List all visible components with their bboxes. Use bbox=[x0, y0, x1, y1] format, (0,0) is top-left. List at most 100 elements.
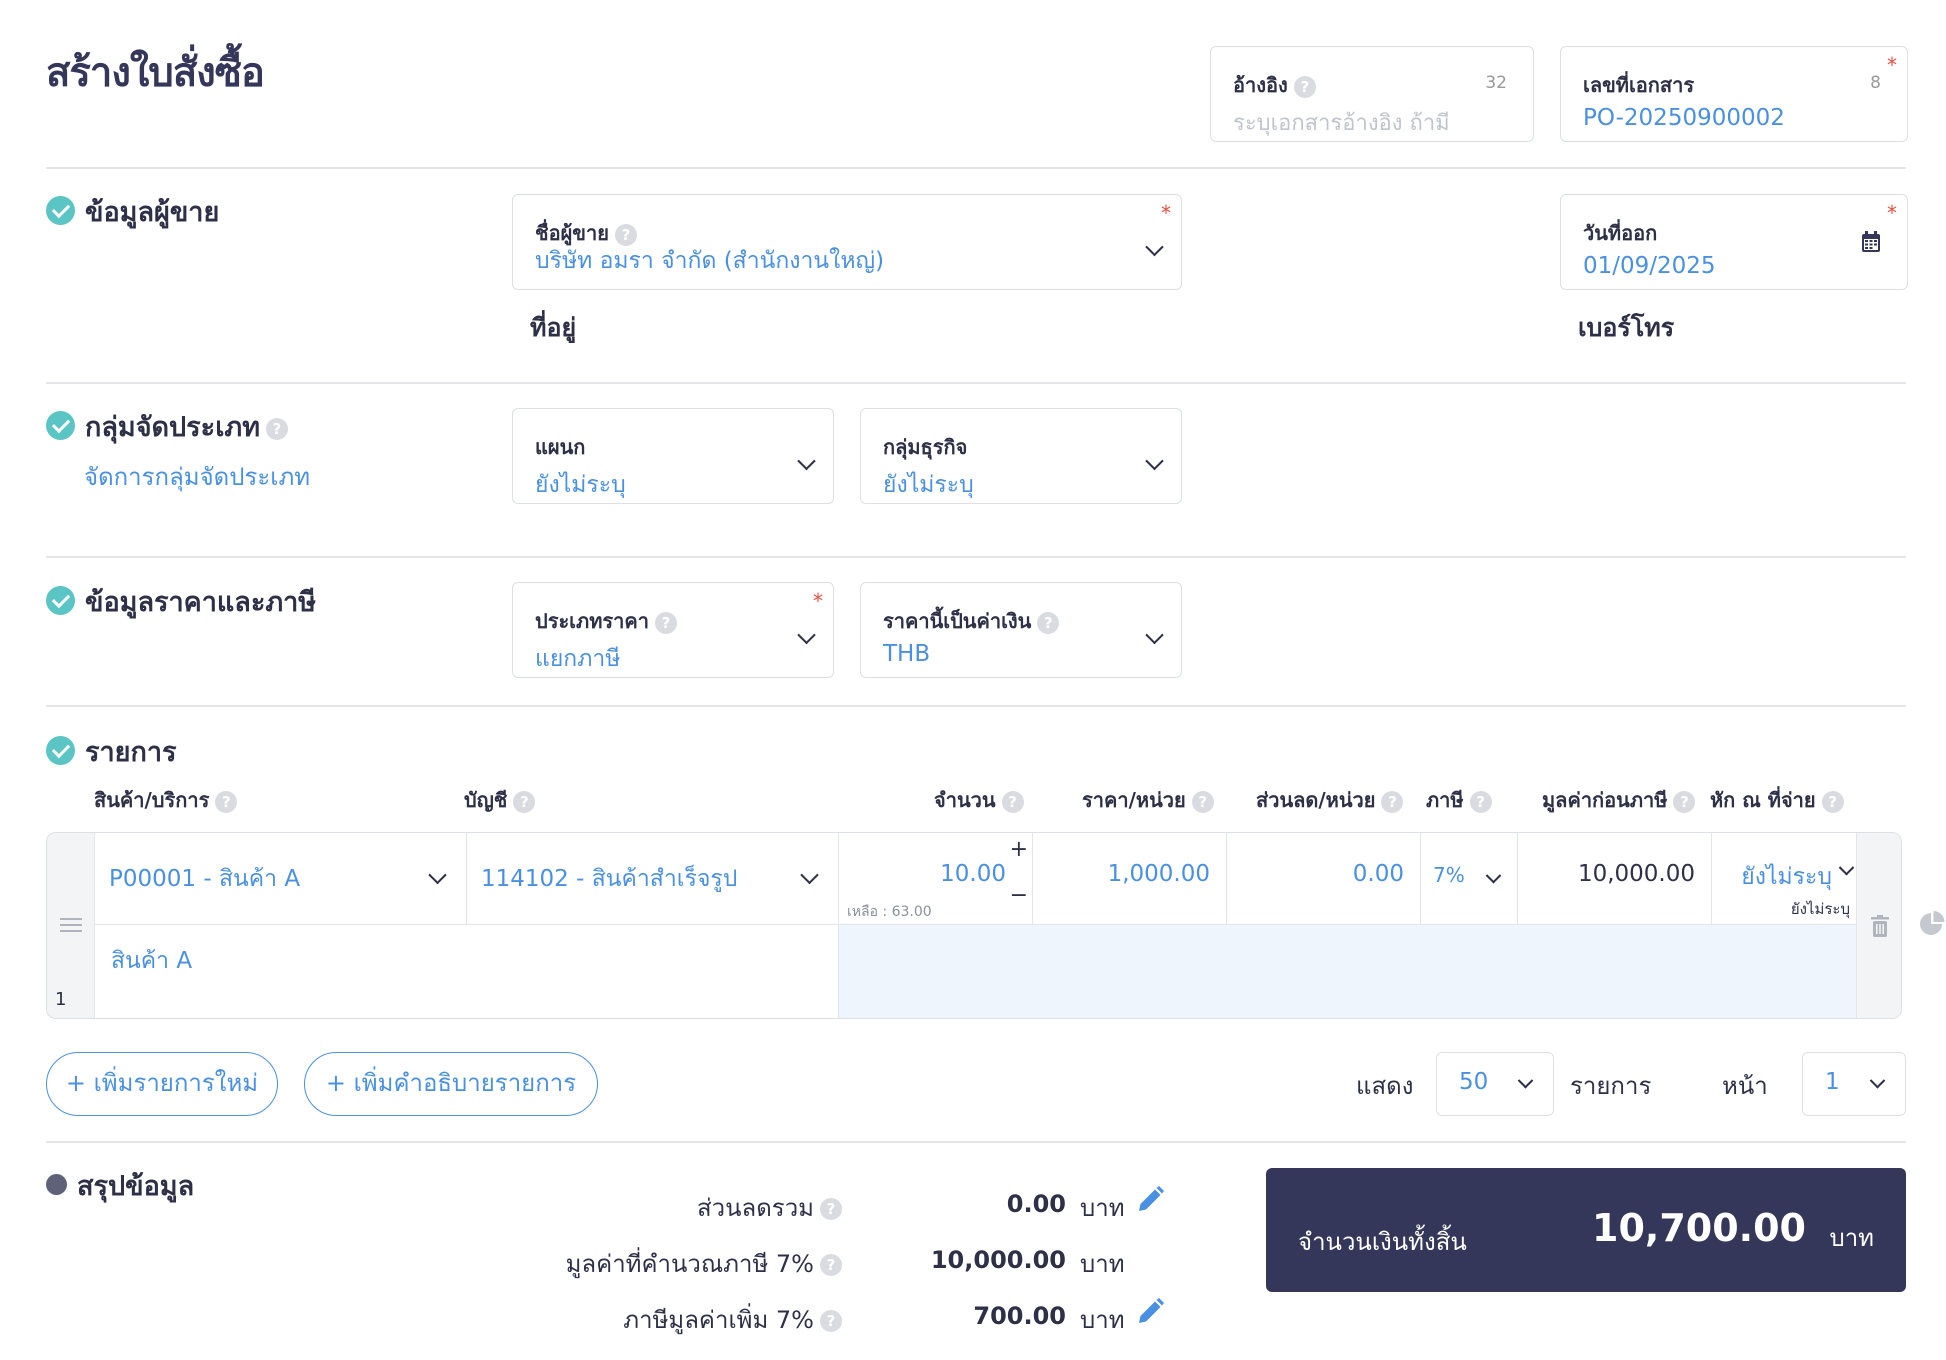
account-select[interactable]: 114102 - สินค้าสำเร็จรูป bbox=[467, 833, 839, 925]
phone-label: เบอร์โทร bbox=[1578, 313, 1675, 342]
help-icon[interactable]: ? bbox=[1821, 790, 1844, 813]
price-input[interactable]: 1,000.00 bbox=[1033, 833, 1227, 925]
business-group-select[interactable]: กลุ่มธุรกิจ ยังไม่ระบุ bbox=[860, 408, 1182, 504]
docno-counter: 8 bbox=[1870, 73, 1881, 93]
currency-select[interactable]: ราคานี้เป็นค่าเงิน? THB bbox=[860, 582, 1182, 678]
chevron-down-icon bbox=[800, 865, 819, 884]
docno-label: เลขที่เอกสาร bbox=[1583, 73, 1695, 97]
price-value: 1,000.00 bbox=[1107, 861, 1210, 887]
pie-chart-icon[interactable] bbox=[1918, 910, 1946, 938]
pretax-amount: 10,000.00 bbox=[1518, 833, 1712, 925]
reference-field[interactable]: อ้างอิง? 32 ระบุเอกสารอ้างอิง ถ้ามี bbox=[1210, 46, 1534, 142]
add-description-button[interactable]: + เพิ่มคำอธิบายรายการ bbox=[304, 1052, 598, 1116]
chevron-down-icon bbox=[797, 626, 816, 645]
items-label: รายการ bbox=[1570, 1072, 1652, 1100]
help-icon[interactable]: ? bbox=[513, 790, 536, 813]
wht-select[interactable]: ยังไม่ระบุ ยังไม่ระบุ bbox=[1712, 833, 1856, 925]
check-icon bbox=[46, 411, 75, 440]
help-icon[interactable]: ? bbox=[820, 1310, 842, 1332]
divider bbox=[46, 382, 1906, 384]
divider bbox=[46, 1141, 1906, 1143]
price-type-label: ประเภทราคา bbox=[535, 609, 649, 633]
reference-counter: 32 bbox=[1485, 73, 1507, 93]
page-label: หน้า bbox=[1722, 1072, 1768, 1100]
department-select[interactable]: แผนก ยังไม่ระบุ bbox=[512, 408, 834, 504]
vat-value: 700.00 bbox=[973, 1302, 1066, 1330]
row-handle[interactable]: 1 bbox=[47, 833, 95, 1018]
page-title: สร้างใบสั่งซื้อ bbox=[46, 50, 265, 96]
bullet-icon bbox=[46, 1174, 67, 1195]
docno-value: PO-20250900002 bbox=[1583, 105, 1785, 131]
discount-input[interactable]: 0.00 bbox=[1227, 833, 1421, 925]
docno-field[interactable]: เลขที่เอกสาร * 8 PO-20250900002 bbox=[1560, 46, 1908, 142]
page-size-select[interactable]: 50 bbox=[1436, 1052, 1554, 1116]
section-pricing: ข้อมูลราคาและภาษี bbox=[46, 580, 316, 623]
calendar-icon[interactable] bbox=[1861, 231, 1881, 253]
help-icon[interactable]: ? bbox=[654, 611, 677, 634]
help-icon[interactable]: ? bbox=[1673, 790, 1696, 813]
help-icon[interactable]: ? bbox=[1037, 611, 1060, 634]
reference-placeholder: ระบุเอกสารอ้างอิง ถ้ามี bbox=[1233, 111, 1450, 136]
help-icon[interactable]: ? bbox=[1469, 790, 1492, 813]
help-icon[interactable]: ? bbox=[820, 1254, 842, 1276]
show-label: แสดง bbox=[1356, 1072, 1414, 1100]
col-price: ราคา/หน่วย? bbox=[1082, 784, 1214, 816]
page-select[interactable]: 1 bbox=[1802, 1052, 1906, 1116]
increment-button[interactable]: + bbox=[1010, 837, 1028, 862]
issue-date-field[interactable]: วันที่ออก * 01/09/2025 bbox=[1560, 194, 1908, 290]
tax-select[interactable]: 7% bbox=[1421, 833, 1518, 925]
reference-label: อ้างอิง bbox=[1233, 73, 1288, 97]
edit-icon[interactable] bbox=[1136, 1298, 1164, 1326]
help-icon[interactable]: ? bbox=[820, 1198, 842, 1220]
vendor-name-select[interactable]: ชื่อผู้ขาย? * บริษัท อมรา จำกัด (สำนักงา… bbox=[512, 194, 1182, 290]
help-icon[interactable]: ? bbox=[1001, 790, 1024, 813]
items-table: 1 P00001 - สินค้า A 114102 - สินค้าสำเร็… bbox=[46, 832, 1902, 1019]
col-account: บัญชี? bbox=[464, 784, 536, 816]
address-label: ที่อยู่ bbox=[530, 313, 577, 342]
issue-date-value: 01/09/2025 bbox=[1583, 253, 1716, 279]
help-icon[interactable]: ? bbox=[1381, 790, 1404, 813]
vendor-name-value: บริษัท อมรา จำกัด (สำนักงานใหญ่) bbox=[535, 248, 885, 274]
chevron-down-icon bbox=[428, 865, 447, 884]
section-group: กลุ่มจัดประเภท? bbox=[46, 405, 289, 448]
price-type-select[interactable]: ประเภทราคา? * แยกภาษี bbox=[512, 582, 834, 678]
decrement-button[interactable]: − bbox=[1010, 883, 1028, 908]
manage-group-link[interactable]: จัดการกลุ่มจัดประเภท bbox=[84, 457, 310, 496]
row-actions bbox=[1856, 833, 1901, 1018]
taxable-amount-label: มูลค่าที่คำนวณภาษี 7%? bbox=[566, 1244, 842, 1283]
product-select[interactable]: P00001 - สินค้า A bbox=[95, 833, 467, 925]
divider bbox=[46, 705, 1906, 707]
grand-total-panel: จำนวนเงินทั้งสิ้น 10,700.00 บาท bbox=[1266, 1168, 1906, 1292]
chevron-down-icon bbox=[1838, 860, 1855, 876]
section-summary: สรุปข้อมูล bbox=[46, 1164, 194, 1207]
description-input[interactable]: สินค้า A bbox=[95, 925, 839, 1018]
currency-unit: บาท bbox=[1080, 1194, 1125, 1222]
currency-unit: บาท bbox=[1080, 1250, 1125, 1278]
department-value: ยังไม่ระบุ bbox=[535, 472, 626, 498]
check-icon bbox=[46, 586, 75, 615]
add-item-button[interactable]: + เพิ่มรายการใหม่ bbox=[46, 1052, 278, 1116]
trash-icon[interactable] bbox=[1871, 915, 1889, 937]
row-highlight bbox=[839, 925, 1856, 1018]
tax-value: 7% bbox=[1433, 863, 1465, 887]
col-tax: ภาษี? bbox=[1426, 784, 1492, 816]
account-value: 114102 - สินค้าสำเร็จรูป bbox=[481, 866, 738, 892]
grand-total-value: 10,700.00 bbox=[1592, 1206, 1806, 1250]
help-icon[interactable]: ? bbox=[1293, 75, 1316, 98]
chevron-down-icon bbox=[1145, 626, 1164, 645]
drag-handle-icon[interactable] bbox=[60, 917, 82, 933]
help-icon[interactable]: ? bbox=[1191, 790, 1214, 813]
qty-stepper[interactable]: 10.00 + − เหลือ : 63.00 bbox=[839, 833, 1033, 925]
help-icon[interactable]: ? bbox=[266, 417, 289, 440]
check-icon bbox=[46, 736, 75, 765]
description-value: สินค้า A bbox=[111, 948, 193, 974]
edit-icon[interactable] bbox=[1136, 1186, 1164, 1214]
required-mark: * bbox=[813, 589, 823, 613]
help-icon[interactable]: ? bbox=[215, 790, 238, 813]
divider bbox=[46, 556, 1906, 558]
grand-total-label: จำนวนเงินทั้งสิ้น bbox=[1298, 1228, 1467, 1256]
col-product: สินค้า/บริการ? bbox=[94, 784, 238, 816]
required-mark: * bbox=[1887, 53, 1897, 77]
wht-sub-value: ยังไม่ระบุ bbox=[1790, 900, 1850, 918]
issue-date-label: วันที่ออก bbox=[1583, 221, 1658, 245]
